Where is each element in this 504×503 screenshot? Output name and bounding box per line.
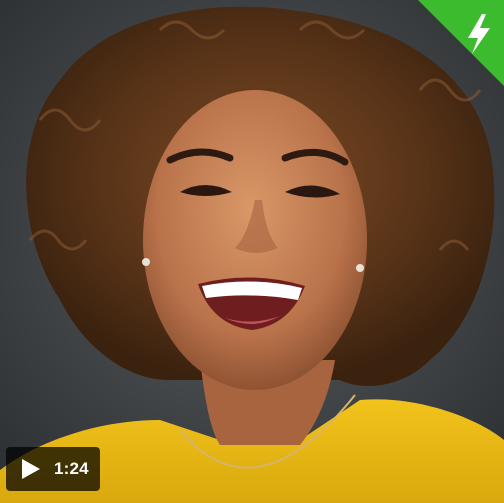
corner-badge	[418, 0, 504, 86]
play-duration-button[interactable]: 1:24	[6, 447, 100, 491]
video-thumbnail[interactable]: 1:24	[0, 0, 504, 503]
video-duration: 1:24	[54, 459, 89, 478]
play-icon	[22, 459, 40, 479]
